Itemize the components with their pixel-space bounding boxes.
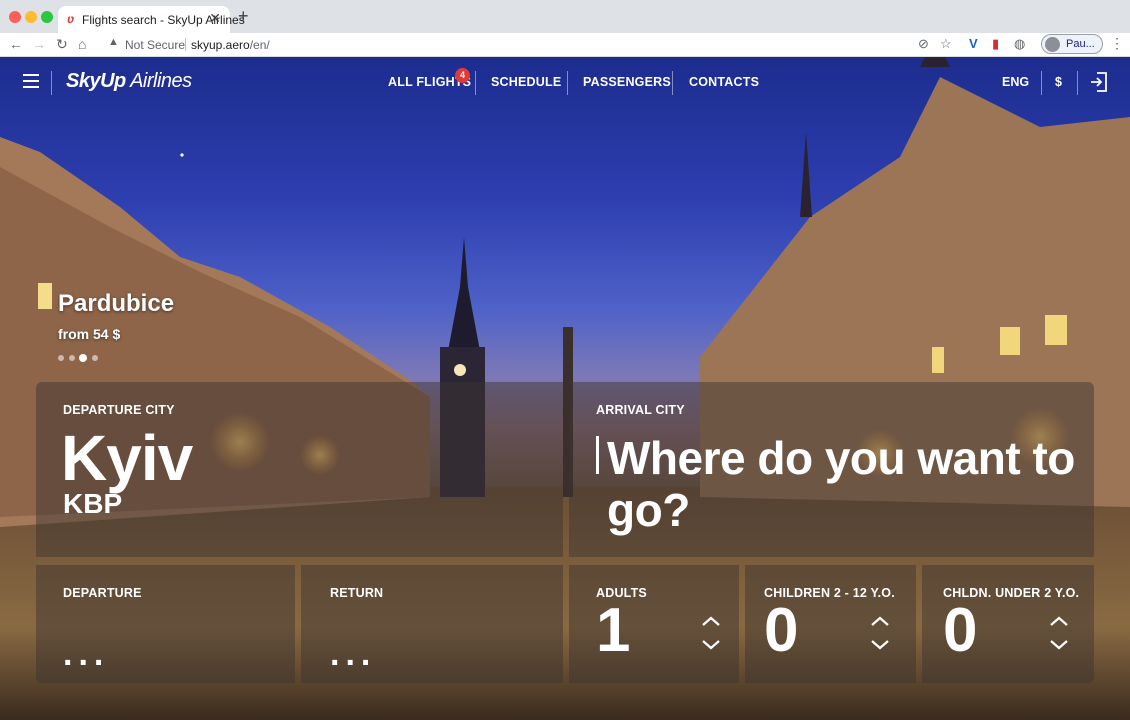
home-icon[interactable]: ⌂	[78, 35, 86, 53]
header-divider	[672, 71, 673, 95]
extension-globe-icon[interactable]: ◍	[1014, 36, 1025, 51]
header-divider	[567, 71, 568, 95]
adults-stepper	[702, 616, 720, 650]
logo-light-text: Airlines	[125, 70, 192, 92]
arrival-city-label: ARRIVAL CITY	[596, 403, 685, 417]
eye-off-icon[interactable]: ⊘	[918, 36, 929, 52]
header-divider	[1077, 71, 1078, 95]
return-date-value: ...	[330, 635, 377, 673]
chevron-down-icon[interactable]	[1050, 640, 1068, 650]
window-zoom-button[interactable]	[41, 11, 53, 23]
departure-city-value: Kyiv	[61, 422, 193, 494]
departure-city-label: DEPARTURE CITY	[63, 403, 175, 417]
avatar	[1045, 37, 1060, 52]
arrival-city-field[interactable]: ARRIVAL CITY Where do you want to go?	[569, 382, 1094, 557]
slider-dot[interactable]	[92, 355, 98, 361]
nav-passengers[interactable]: PASSENGERS	[583, 75, 671, 89]
children-field: CHILDREN 2 - 12 Y.O. 0	[745, 565, 916, 683]
url-text[interactable]: skyup.aero/en/	[191, 38, 270, 52]
slider-dot[interactable]	[69, 355, 75, 361]
text-caret	[596, 436, 599, 474]
nav-schedule[interactable]: SCHEDULE	[491, 75, 561, 89]
departure-date-field[interactable]: DEPARTURE ...	[36, 565, 295, 683]
infants-field: CHLDN. UNDER 2 Y.O. 0	[922, 565, 1094, 683]
adults-count: 1	[596, 596, 631, 665]
chevron-down-icon[interactable]	[702, 640, 720, 650]
star-icon[interactable]: ☆	[940, 36, 952, 52]
currency-selector[interactable]: $	[1055, 75, 1062, 89]
departure-date-label: DEPARTURE	[63, 586, 142, 600]
browser-tab-bar: ʋ Flights search - SkyUp Airlines ✕ +	[0, 0, 1130, 33]
security-label[interactable]: Not Secure	[125, 38, 185, 52]
profile-button[interactable]: Pau...	[1041, 34, 1103, 54]
departure-airport-code: KBP	[63, 488, 123, 519]
back-arrow-icon[interactable]: ←	[9, 35, 23, 53]
children-count: 0	[764, 596, 799, 665]
all-flights-badge: 4	[455, 68, 470, 83]
nav-contacts[interactable]: CONTACTS	[689, 75, 759, 89]
promo-city[interactable]: Pardubice	[58, 290, 174, 318]
profile-name: Pau...	[1066, 38, 1095, 50]
chevron-up-icon[interactable]	[871, 616, 889, 626]
window-close-button[interactable]	[9, 11, 21, 23]
extension-red-icon[interactable]: ▮	[992, 36, 999, 51]
extension-v-icon[interactable]: V	[969, 36, 978, 51]
chevron-up-icon[interactable]	[702, 616, 720, 626]
language-selector[interactable]: ENG	[1002, 75, 1029, 89]
warning-icon: ▲	[108, 36, 119, 48]
address-bar[interactable]: ▲ Not Secure skyup.aero/en/ ⊘ ☆	[100, 34, 960, 55]
children-stepper	[871, 616, 889, 650]
window-minimize-button[interactable]	[25, 11, 37, 23]
tab-close-icon[interactable]: ✕	[209, 10, 221, 27]
login-icon[interactable]	[1090, 72, 1108, 92]
header-divider	[51, 71, 52, 95]
return-date-label: RETURN	[330, 586, 384, 600]
browser-menu-icon[interactable]: ⋮	[1110, 35, 1124, 52]
skyup-logo[interactable]: SkyUp Airlines	[66, 70, 192, 93]
reload-icon[interactable]: ↻	[56, 35, 68, 53]
url-path: /en/	[249, 38, 270, 52]
browser-tab[interactable]: ʋ Flights search - SkyUp Airlines ✕	[58, 6, 245, 33]
url-host: skyup.aero	[191, 38, 250, 52]
page-viewport: SkyUp Airlines ALL FLIGHTS 4 SCHEDULE PA…	[0, 57, 1130, 720]
departure-date-value: ...	[63, 635, 110, 673]
header-divider	[475, 71, 476, 95]
infants-count: 0	[943, 596, 978, 665]
infants-stepper	[1050, 616, 1068, 650]
browser-toolbar: ← → ↻ ⌂ ▲ Not Secure skyup.aero/en/ ⊘ ☆ …	[0, 33, 1130, 57]
slider-dot-active[interactable]	[79, 354, 87, 362]
departure-city-field[interactable]: DEPARTURE CITY Kyiv KBP	[36, 382, 563, 557]
skyup-favicon-icon: ʋ	[67, 12, 75, 26]
arrival-city-input[interactable]: Where do you want to go?	[607, 432, 1077, 536]
omnibox-divider	[185, 38, 186, 51]
new-tab-button[interactable]: +	[238, 7, 249, 25]
header-divider	[1041, 71, 1042, 95]
menu-icon[interactable]	[23, 74, 39, 88]
promo-price: from 54 $	[58, 326, 121, 342]
chevron-down-icon[interactable]	[871, 640, 889, 650]
logo-bold-text: SkyUp	[66, 70, 126, 92]
forward-arrow-icon[interactable]: →	[32, 35, 46, 53]
adults-field: ADULTS 1	[569, 565, 739, 683]
return-date-field[interactable]: RETURN ...	[301, 565, 563, 683]
slider-dot[interactable]	[58, 355, 64, 361]
flight-search-form: DEPARTURE CITY Kyiv KBP ARRIVAL CITY Whe…	[36, 382, 1094, 683]
chevron-up-icon[interactable]	[1050, 616, 1068, 626]
site-header: SkyUp Airlines ALL FLIGHTS 4 SCHEDULE PA…	[0, 57, 1130, 109]
